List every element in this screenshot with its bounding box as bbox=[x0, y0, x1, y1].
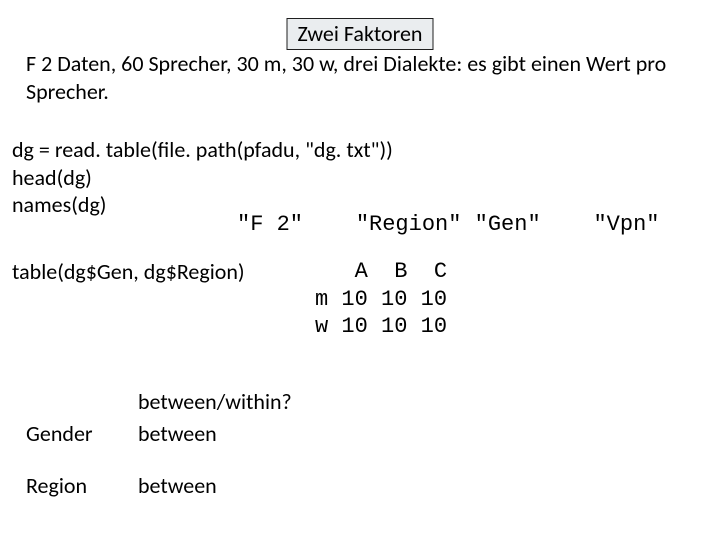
region-label: Region bbox=[26, 472, 87, 500]
slide-title: Zwei Faktoren bbox=[287, 18, 434, 50]
slide-title-text: Zwei Faktoren bbox=[298, 20, 423, 47]
names-output: "F 2" "Region" "Gen" "Vpn" bbox=[237, 211, 659, 239]
code-line-1: dg = read. table(file. path(pfadu, "dg. … bbox=[12, 136, 393, 164]
code-block: dg = read. table(file. path(pfadu, "dg. … bbox=[12, 136, 393, 219]
between-within-header: between/within? bbox=[138, 388, 292, 416]
table-output: A B C m 10 10 10 w 10 10 10 bbox=[315, 258, 447, 341]
gender-label: Gender bbox=[26, 420, 93, 448]
description-text: F 2 Daten, 60 Sprecher, 30 m, 30 w, drei… bbox=[26, 50, 686, 105]
gender-answer: between bbox=[138, 420, 217, 448]
table-call: table(dg$Gen, dg$Region) bbox=[12, 258, 245, 286]
region-answer: between bbox=[138, 472, 217, 500]
code-line-2: head(dg) bbox=[12, 164, 393, 192]
